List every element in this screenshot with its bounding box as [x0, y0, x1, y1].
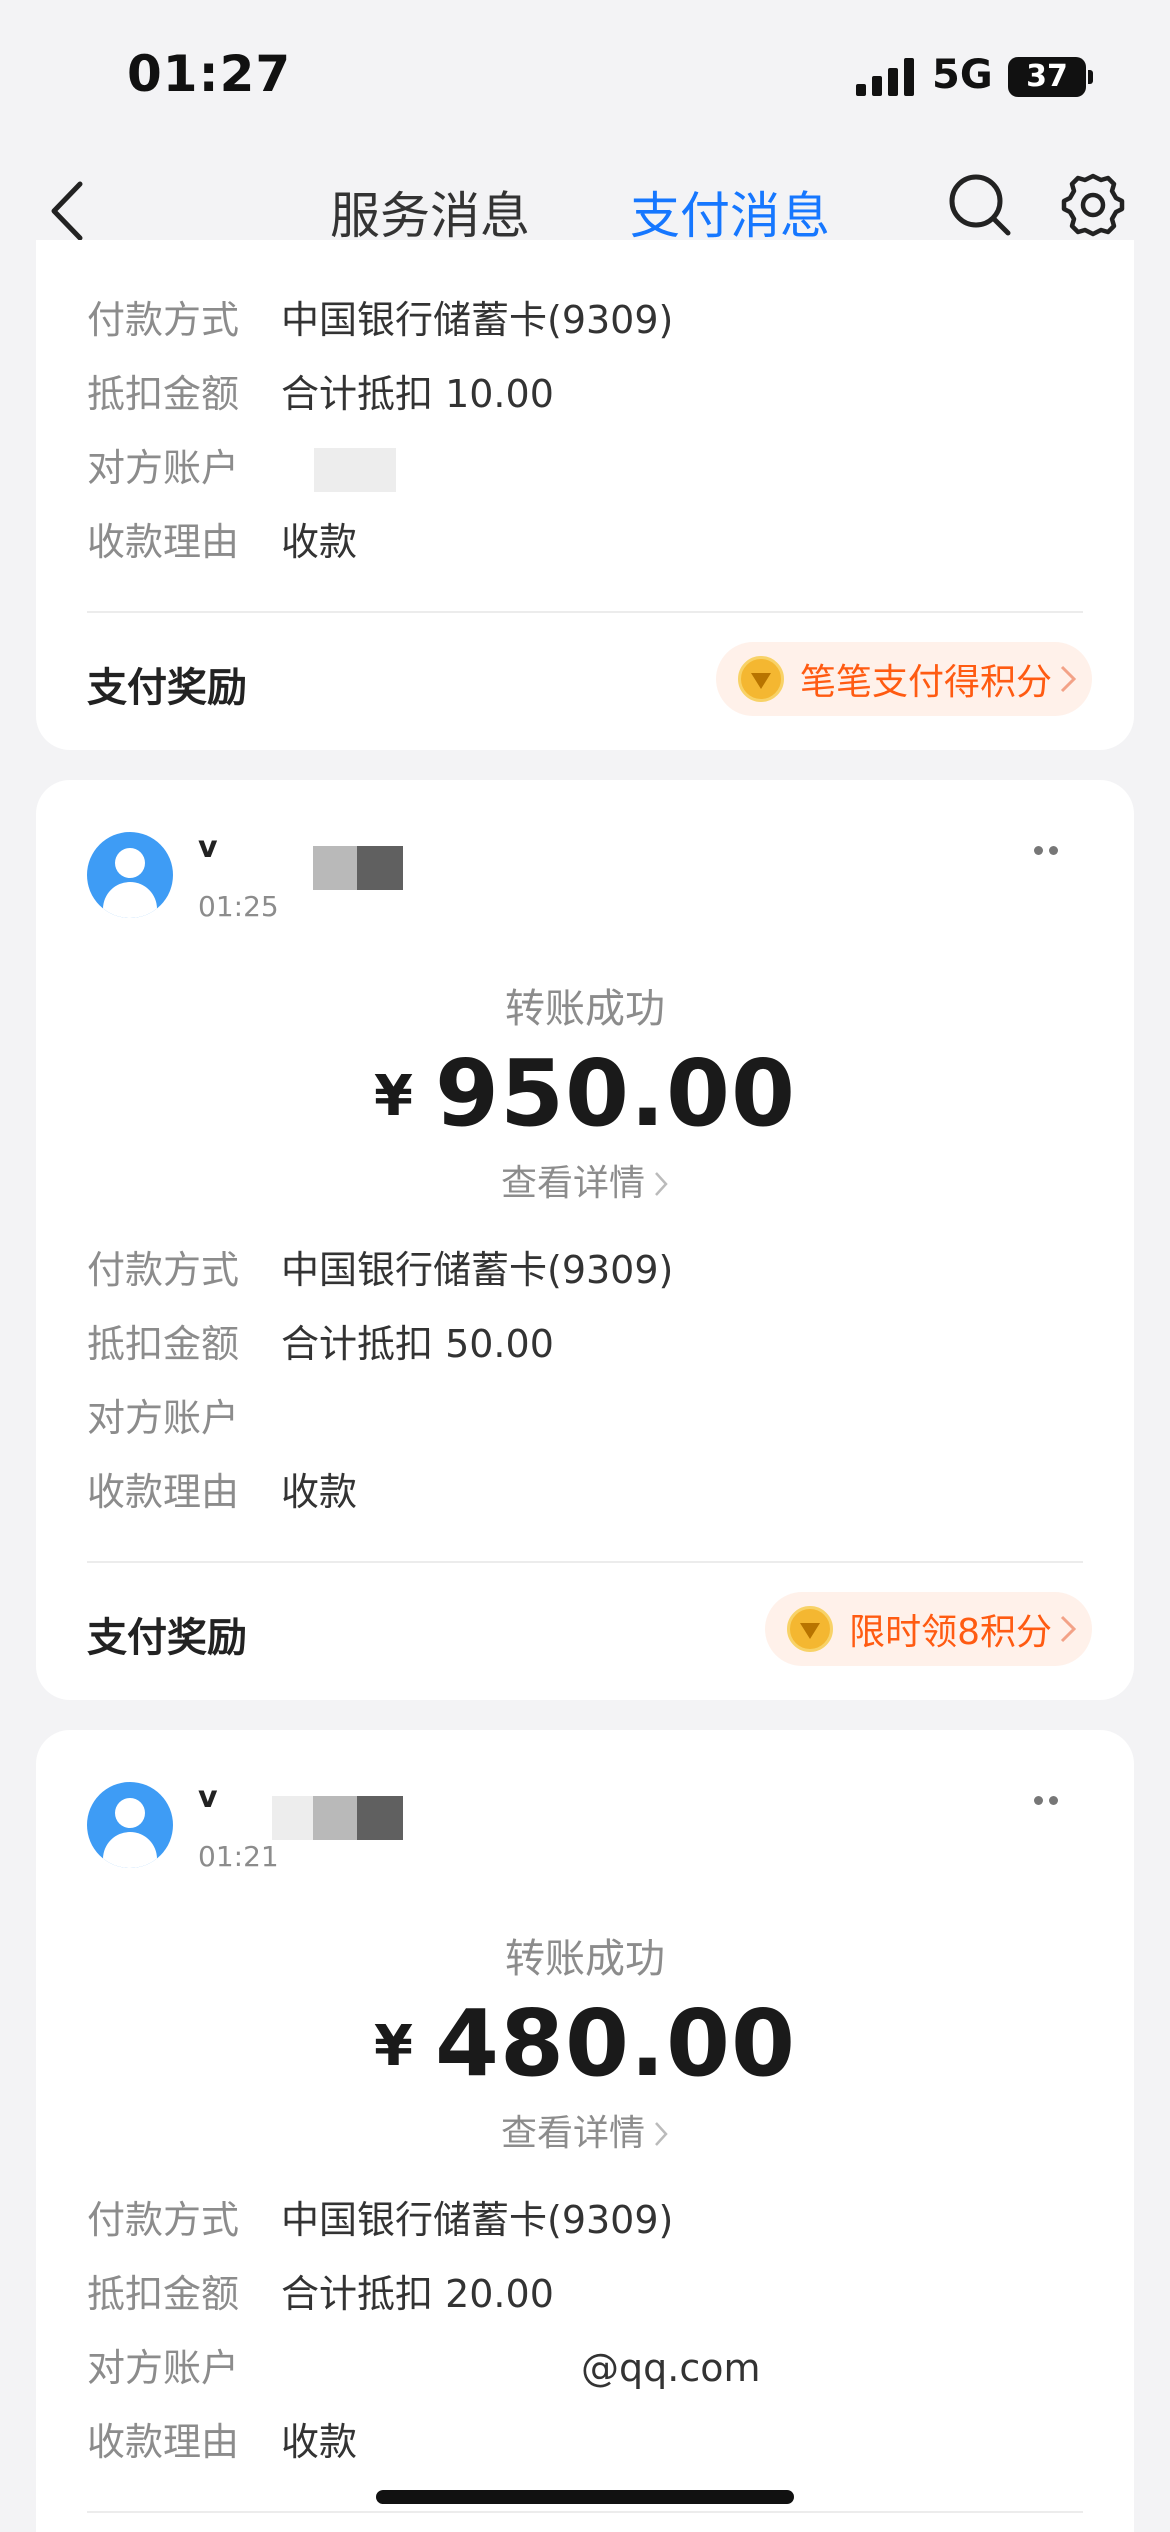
amount-value: 950.00	[434, 1040, 796, 1147]
chevron-right-icon	[1060, 665, 1077, 693]
currency-symbol: ¥	[374, 2014, 413, 2079]
payment-method-value: 中国银行储蓄卡(9309)	[281, 298, 674, 342]
reward-button[interactable]: 限时领8积分	[765, 1592, 1092, 1666]
tab-service-messages[interactable]: 服务消息	[330, 176, 530, 248]
reward-text: 限时领8积分	[849, 1612, 1052, 1653]
chevron-right-icon	[1060, 1615, 1077, 1643]
search-icon[interactable]	[945, 170, 1015, 240]
counterparty-label: 对方账户	[87, 2346, 240, 2390]
divider	[87, 2511, 1083, 2513]
clock: 01:27	[127, 45, 292, 103]
reward-title: 支付奖励	[87, 665, 247, 711]
view-detail-label: 查看详情	[500, 1163, 645, 1204]
payment-method-value: 中国银行储蓄卡(9309)	[281, 1248, 674, 1292]
view-detail-link[interactable]: 查看详情	[36, 2104, 1134, 2156]
deduction-row: 抵扣金额 合计抵扣 50.00	[87, 1320, 554, 1368]
avatar[interactable]	[87, 832, 173, 918]
payment-method-row: 付款方式 中国银行储蓄卡(9309)	[87, 1246, 673, 1294]
sender-name: v	[198, 830, 218, 865]
redacted-name	[313, 846, 357, 890]
currency-symbol: ¥	[374, 1064, 413, 1129]
status-bar: 01:27 5G 37	[0, 0, 1170, 150]
reason-value: 收款	[281, 1470, 358, 1514]
gear-icon[interactable]	[1058, 170, 1128, 240]
reward-button[interactable]: 笔笔支付得积分	[715, 642, 1092, 716]
reason-value: 收款	[281, 2420, 358, 2464]
battery-icon: 37	[1008, 57, 1086, 97]
amount-value: 480.00	[434, 1990, 796, 2097]
view-detail-label: 查看详情	[500, 2113, 645, 2154]
amount: ¥950.00	[36, 1040, 1134, 1147]
counterparty-label: 对方账户	[87, 446, 240, 490]
network-type: 5G	[932, 52, 993, 98]
cellular-signal-icon	[856, 58, 914, 96]
home-indicator	[376, 2490, 794, 2504]
tab-payment-messages[interactable]: 支付消息	[630, 176, 830, 248]
reward-text: 笔笔支付得积分	[799, 662, 1052, 703]
divider	[87, 1561, 1083, 1563]
reason-label: 收款理由	[87, 520, 240, 564]
counterparty-row: 对方账户	[87, 1394, 281, 1442]
reason-row: 收款理由 收款	[87, 1468, 357, 1516]
redacted-account	[314, 448, 396, 492]
deduction-label: 抵扣金额	[87, 1322, 240, 1366]
redacted-name	[357, 846, 403, 890]
reason-value: 收款	[281, 520, 358, 564]
counterparty-row: 对方账户	[87, 444, 327, 492]
amount: ¥480.00	[36, 1990, 1134, 2097]
payment-method-label: 付款方式	[87, 298, 240, 342]
payment-message-card[interactable]: v 01:21 转账成功 ¥480.00 查看详情 付款方式 中国银行储蓄卡(93…	[36, 1730, 1134, 2532]
deduction-value: 合计抵扣 10.00	[281, 372, 554, 416]
redacted-name	[272, 1796, 313, 1840]
payment-method-row: 付款方式 中国银行储蓄卡(9309)	[87, 2196, 673, 2244]
redacted-name	[357, 1796, 403, 1840]
transfer-status: 转账成功	[505, 1936, 665, 1982]
deduction-label: 抵扣金额	[87, 2272, 240, 2316]
chevron-right-icon	[655, 2122, 668, 2146]
deduction-row: 抵扣金额 合计抵扣 20.00	[87, 2270, 554, 2318]
view-detail-link[interactable]: 查看详情	[36, 1154, 1134, 1206]
payment-message-card[interactable]: v 01:25 转账成功 ¥950.00 查看详情 付款方式 中国银行储蓄卡(93…	[36, 780, 1134, 1700]
counterparty-row: 对方账户 @qq.com	[87, 2344, 760, 2392]
payment-method-label: 付款方式	[87, 1248, 240, 1292]
back-icon[interactable]	[40, 174, 100, 244]
battery-tip	[1088, 70, 1093, 84]
more-icon[interactable]	[1034, 846, 1060, 856]
more-icon[interactable]	[1034, 1796, 1060, 1806]
reason-row: 收款理由 收款	[87, 518, 357, 566]
payment-method-row: 付款方式 中国银行储蓄卡(9309)	[87, 296, 673, 344]
reason-label: 收款理由	[87, 1470, 240, 1514]
avatar[interactable]	[87, 1782, 173, 1868]
payment-method-value: 中国银行储蓄卡(9309)	[281, 2198, 674, 2242]
message-time: 01:25	[198, 890, 279, 923]
reason-label: 收款理由	[87, 2420, 240, 2464]
payment-message-card[interactable]: 付款方式 中国银行储蓄卡(9309) 抵扣金额 合计抵扣 10.00 对方账户 收款…	[36, 240, 1134, 750]
payment-method-label: 付款方式	[87, 2198, 240, 2242]
points-coin-icon	[737, 656, 784, 702]
reward-title: 支付奖励	[87, 1615, 247, 1661]
deduction-value: 合计抵扣 50.00	[281, 1322, 554, 1366]
sender-name: v	[198, 1780, 218, 1815]
counterparty-label: 对方账户	[87, 1396, 240, 1440]
points-coin-icon	[787, 1606, 834, 1652]
transfer-status: 转账成功	[505, 986, 665, 1032]
deduction-row: 抵扣金额 合计抵扣 10.00	[87, 370, 554, 418]
message-time: 01:21	[198, 1840, 279, 1873]
divider	[87, 611, 1083, 613]
redacted-name	[313, 1796, 357, 1840]
deduction-label: 抵扣金额	[87, 372, 240, 416]
counterparty-value: @qq.com	[581, 2346, 761, 2390]
reason-row: 收款理由 收款	[87, 2418, 357, 2466]
deduction-value: 合计抵扣 20.00	[281, 2272, 554, 2316]
chevron-right-icon	[655, 1172, 668, 1196]
